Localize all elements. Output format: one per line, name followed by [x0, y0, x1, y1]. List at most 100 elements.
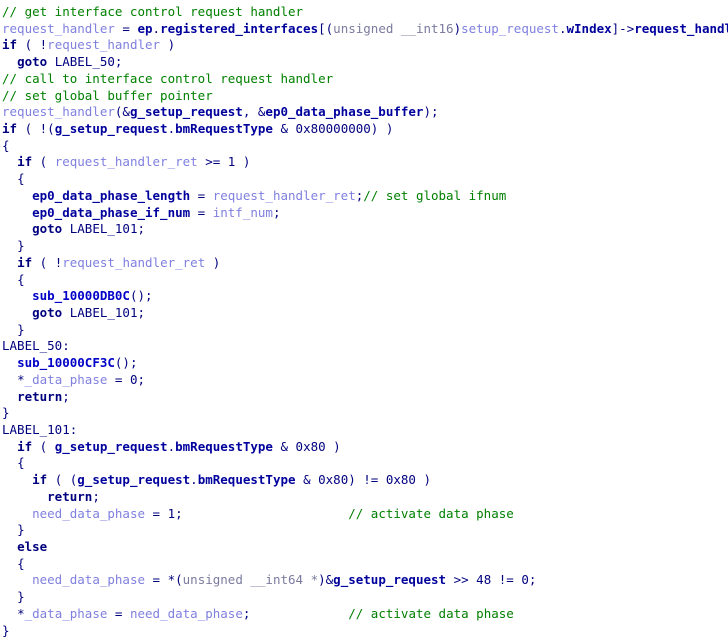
- token-local: request_handler_ret: [212, 187, 356, 203]
- code-line[interactable]: if ( request_handler_ret >= 1 ): [2, 154, 728, 171]
- token-punct: ( !: [17, 37, 48, 53]
- code-line[interactable]: ep0_data_phase_if_num = intf_num;: [2, 205, 728, 222]
- token-punct: );: [423, 104, 439, 120]
- token-punct: .: [167, 121, 176, 137]
- code-line[interactable]: return;: [2, 389, 728, 406]
- code-line[interactable]: goto LABEL_101;: [2, 305, 728, 322]
- code-line[interactable]: }: [2, 522, 728, 539]
- code-line[interactable]: *_data_phase = need_data_phase; // activ…: [2, 606, 728, 623]
- token-punct: }: [17, 238, 25, 254]
- code-line[interactable]: {: [2, 138, 728, 155]
- trailing-comment: // activate data phase: [348, 505, 514, 521]
- token-punct: =: [107, 605, 130, 621]
- code-line[interactable]: // call to interface control request han…: [2, 71, 728, 88]
- code-line[interactable]: // set global buffer pointer: [2, 88, 728, 105]
- token-punct: =: [190, 187, 213, 203]
- code-line[interactable]: sub_10000DB0C();: [2, 288, 728, 305]
- token-member: bmRequestType: [197, 472, 296, 488]
- token-punct: [47, 54, 55, 69]
- token-kw: return: [47, 488, 93, 504]
- code-line[interactable]: LABEL_50:: [2, 338, 728, 355]
- token-local: setup_request: [461, 20, 559, 36]
- token-punct: .: [167, 438, 176, 454]
- code-line[interactable]: goto LABEL_101;: [2, 221, 728, 238]
- token-punct: & 0x80000000) ): [272, 121, 394, 137]
- token-punct: {: [17, 455, 25, 471]
- token-punct: :: [62, 338, 70, 354]
- token-punct: [62, 305, 70, 320]
- token-cast: unsigned __int16: [333, 20, 454, 36]
- token-punct: (: [32, 438, 55, 454]
- token-label: LABEL_50: [54, 54, 115, 70]
- code-line[interactable]: need_data_phase = *(unsigned __int64 *)&…: [2, 572, 728, 589]
- token-punct: )&: [318, 572, 334, 588]
- token-member: bmRequestType: [175, 438, 273, 454]
- code-line[interactable]: {: [2, 272, 728, 289]
- code-line[interactable]: else: [2, 539, 728, 556]
- code-line[interactable]: }: [2, 405, 728, 422]
- code-line[interactable]: ep0_data_phase_length = request_handler_…: [2, 188, 728, 205]
- code-line[interactable]: *_data_phase = 0;: [2, 372, 728, 389]
- code-line[interactable]: }: [2, 589, 728, 606]
- code-line[interactable]: {: [2, 556, 728, 573]
- code-line[interactable]: return;: [2, 489, 728, 506]
- token-kw: if: [17, 254, 33, 270]
- token-local: request_handler: [2, 104, 115, 120]
- code-line[interactable]: }: [2, 238, 728, 255]
- token-label: LABEL_101: [69, 304, 138, 320]
- token-punct: ( !: [32, 254, 63, 270]
- code-line[interactable]: if ( !(g_setup_request.bmRequestType & 0…: [2, 121, 728, 138]
- comment-gap: [250, 606, 348, 621]
- code-line[interactable]: if ( !request_handler_ret ): [2, 255, 728, 272]
- token-local: request_handler_ret: [62, 254, 206, 270]
- token-punct: ): [205, 254, 221, 270]
- code-line[interactable]: sub_10000CF3C();: [2, 355, 728, 372]
- code-line[interactable]: request_handler = ep.registered_interfac…: [2, 21, 728, 38]
- code-line[interactable]: {: [2, 455, 728, 472]
- token-punct: ): [453, 20, 462, 36]
- code-line[interactable]: if ( (g_setup_request.bmRequestType & 0x…: [2, 472, 728, 489]
- token-local: need_data_phase: [129, 605, 243, 621]
- pseudocode-listing[interactable]: // get interface control request handler…: [0, 0, 728, 639]
- token-punct: }: [2, 622, 10, 638]
- token-punct: *: [17, 605, 25, 621]
- code-line[interactable]: if ( g_setup_request.bmRequestType & 0x8…: [2, 439, 728, 456]
- token-global: request_handler: [634, 20, 728, 36]
- token-local: _data_phase: [24, 605, 108, 621]
- code-line[interactable]: LABEL_101:: [2, 422, 728, 439]
- token-punct: .: [190, 472, 198, 488]
- code-line[interactable]: if ( !request_handler ): [2, 37, 728, 54]
- code-line[interactable]: request_handler(&g_setup_request, &ep0_d…: [2, 104, 728, 121]
- code-line[interactable]: }: [2, 322, 728, 339]
- token-kw: goto: [32, 304, 63, 320]
- code-line[interactable]: {: [2, 171, 728, 188]
- token-kw: goto: [32, 221, 63, 237]
- token-punct: ( (: [47, 472, 78, 488]
- token-global: ep0_data_phase_if_num: [32, 204, 191, 220]
- token-punct: [62, 221, 70, 236]
- code-line[interactable]: }: [2, 623, 728, 639]
- token-kw: if: [2, 121, 18, 137]
- code-line[interactable]: need_data_phase = 1; // activate data ph…: [2, 506, 728, 523]
- token-local: _data_phase: [24, 371, 108, 387]
- token-punct: }: [17, 522, 25, 538]
- code-line[interactable]: goto LABEL_50;: [2, 54, 728, 71]
- code-line[interactable]: // get interface control request handler: [2, 4, 728, 21]
